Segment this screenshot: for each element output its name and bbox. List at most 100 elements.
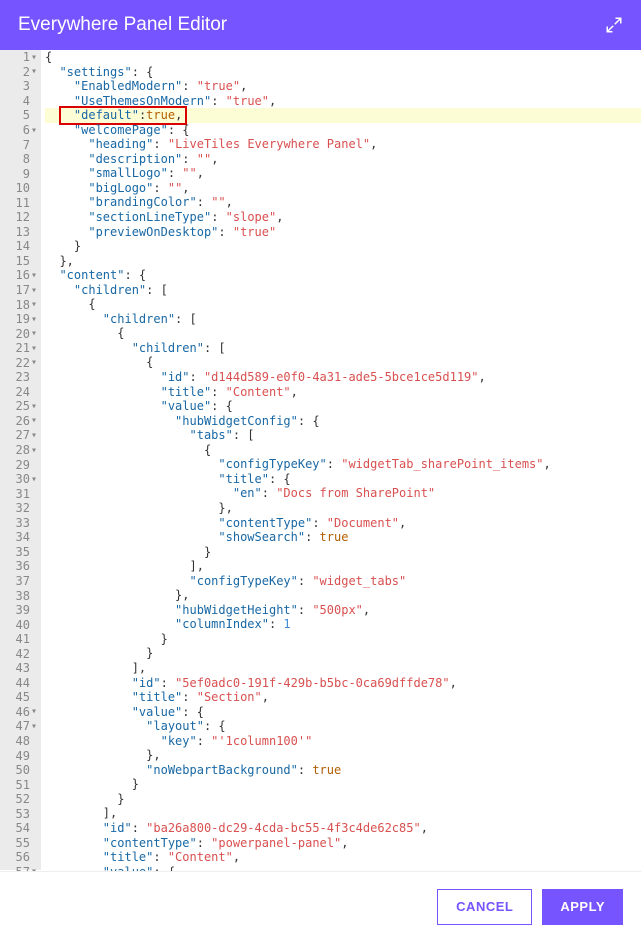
code-line[interactable]: "welcomePage": { [45,123,641,138]
gutter-line: 9 [0,166,41,181]
fold-icon[interactable]: ▾ [31,125,39,136]
code-line[interactable]: "value": { [45,399,641,414]
fold-icon[interactable]: ▾ [31,706,39,717]
code-line[interactable]: }, [45,748,641,763]
fold-icon[interactable]: ▾ [31,357,39,368]
code-line[interactable]: } [45,777,641,792]
fold-icon[interactable]: ▾ [31,299,39,310]
gutter-line: 38 [0,588,41,603]
code-line[interactable]: { [45,355,641,370]
code-line[interactable]: "showSearch": true [45,530,641,545]
code-line[interactable]: "configTypeKey": "widgetTab_sharePoint_i… [45,457,641,472]
code-line[interactable]: { [45,326,641,341]
fold-icon[interactable]: ▾ [31,270,39,281]
code-line[interactable]: } [45,632,641,647]
gutter-line: 39 [0,603,41,618]
code-line[interactable]: "id": "d144d589-e0f0-4a31-ade5-5bce1ce5d… [45,370,641,385]
gutter-line: 10 [0,181,41,196]
fold-icon[interactable]: ▾ [31,721,39,732]
gutter-line: 20▾ [0,326,41,341]
gutter-line: 19▾ [0,312,41,327]
code-line[interactable]: "id": "5ef0adc0-191f-429b-b5bc-0ca69dffd… [45,676,641,691]
fold-icon[interactable]: ▾ [31,474,39,485]
code-line[interactable]: "title": "Section", [45,690,641,705]
code-line[interactable]: "value": { [45,705,641,720]
code-line[interactable]: "key": "'1column100'" [45,734,641,749]
code-line[interactable]: { [45,50,641,65]
code-line[interactable]: "heading": "LiveTiles Everywhere Panel", [45,137,641,152]
code-line[interactable]: "description": "", [45,152,641,167]
code-line[interactable]: "settings": { [45,65,641,80]
cancel-button[interactable]: CANCEL [437,889,532,925]
gutter-line: 35 [0,545,41,560]
fold-icon[interactable]: ▾ [31,66,39,77]
code-line[interactable]: "children": [ [45,312,641,327]
gutter-line: 2▾ [0,65,41,80]
code-line[interactable]: "noWebpartBackground": true [45,763,641,778]
apply-button[interactable]: APPLY [542,889,623,925]
gutter-line: 11 [0,195,41,210]
gutter-line: 46▾ [0,705,41,720]
gutter-line: 21▾ [0,341,41,356]
code-line[interactable]: "brandingColor": "", [45,195,641,210]
gutter-line: 6▾ [0,123,41,138]
code-line[interactable]: "title": "Content", [45,850,641,865]
gutter-line: 8 [0,152,41,167]
gutter-line: 7 [0,137,41,152]
fold-icon[interactable]: ▾ [31,430,39,441]
code-line[interactable]: "en": "Docs from SharePoint" [45,486,641,501]
fold-icon[interactable]: ▾ [31,52,39,63]
fold-icon[interactable]: ▾ [31,328,39,339]
fold-icon[interactable]: ▾ [31,343,39,354]
code-line[interactable]: "hubWidgetHeight": "500px", [45,603,641,618]
code-line[interactable]: "configTypeKey": "widget_tabs" [45,574,641,589]
code-area[interactable]: { "settings": { "EnabledModern": "true",… [41,50,641,894]
code-line[interactable]: ], [45,559,641,574]
code-line[interactable]: { [45,297,641,312]
code-line[interactable]: "sectionLineType": "slope", [45,210,641,225]
code-line[interactable]: } [45,646,641,661]
fold-icon[interactable]: ▾ [31,401,39,412]
code-line[interactable]: ], [45,806,641,821]
code-line[interactable]: }, [45,588,641,603]
gutter-line: 28▾ [0,443,41,458]
code-line[interactable]: "contentType": "powerpanel-panel", [45,836,641,851]
code-line[interactable]: "children": [ [45,341,641,356]
fold-icon[interactable]: ▾ [31,314,39,325]
code-line[interactable]: "title": "Content", [45,385,641,400]
code-line[interactable]: "UseThemesOnModern": "true", [45,94,641,109]
expand-icon[interactable] [605,16,623,34]
gutter-line: 50 [0,763,41,778]
code-line[interactable]: "hubWidgetConfig": { [45,414,641,429]
editor-header: Everywhere Panel Editor [0,0,641,50]
code-line[interactable]: "children": [ [45,283,641,298]
code-line[interactable]: ], [45,661,641,676]
code-line[interactable]: "layout": { [45,719,641,734]
code-line[interactable]: { [45,443,641,458]
code-line[interactable]: "bigLogo": "", [45,181,641,196]
gutter-line: 48 [0,734,41,749]
code-line[interactable]: }, [45,501,641,516]
code-line[interactable]: } [45,239,641,254]
code-line[interactable]: }, [45,254,641,269]
code-line[interactable]: "smallLogo": "", [45,166,641,181]
code-line[interactable]: } [45,545,641,560]
gutter-line: 25▾ [0,399,41,414]
code-line[interactable]: } [45,792,641,807]
code-line[interactable]: "EnabledModern": "true", [45,79,641,94]
code-line[interactable]: "tabs": [ [45,428,641,443]
code-editor[interactable]: 1▾2▾3456▾78910111213141516▾17▾18▾19▾20▾2… [0,50,641,870]
gutter-line: 31 [0,486,41,501]
gutter-line: 54 [0,821,41,836]
code-line[interactable]: "columnIndex": 1 [45,617,641,632]
code-line[interactable]: "content": { [45,268,641,283]
code-line[interactable]: "id": "ba26a800-dc29-4cda-bc55-4f3c4de62… [45,821,641,836]
code-line[interactable]: "default":true, [45,108,641,123]
gutter-line: 4 [0,94,41,109]
fold-icon[interactable]: ▾ [31,445,39,456]
fold-icon[interactable]: ▾ [31,285,39,296]
code-line[interactable]: "contentType": "Document", [45,516,641,531]
fold-icon[interactable]: ▾ [31,415,39,426]
code-line[interactable]: "title": { [45,472,641,487]
code-line[interactable]: "previewOnDesktop": "true" [45,225,641,240]
